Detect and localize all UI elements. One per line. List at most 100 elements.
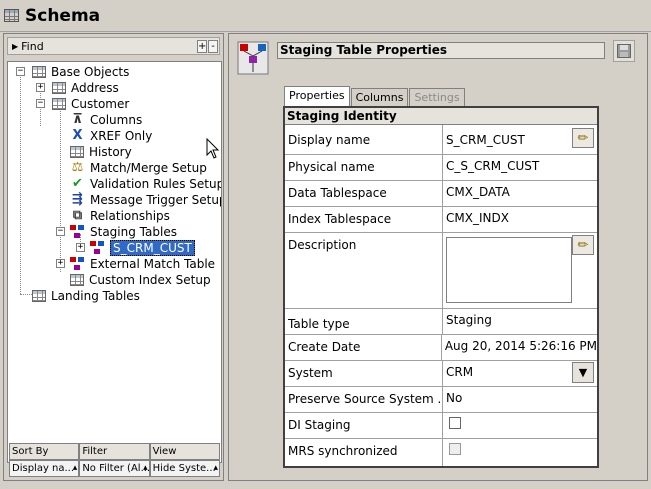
tree-node-history[interactable]: History (70, 144, 132, 160)
tab-settings: Settings (409, 88, 465, 107)
find-label: Find (21, 39, 44, 53)
field-label: System (285, 361, 443, 386)
staging-table-large-icon (237, 41, 269, 75)
view-dropdown[interactable]: Hide Syste... (149, 460, 220, 477)
checkmark-icon: ✔ (72, 176, 83, 191)
collapse-all-button[interactable]: - (208, 39, 218, 53)
tree-node-message-trigger[interactable]: ⇶ Message Trigger Setup (70, 192, 222, 208)
display-name-value[interactable]: S_CRM_CUST (446, 133, 525, 147)
collapse-staging-tables-toggle[interactable]: − (56, 227, 65, 236)
table-icon (32, 66, 46, 78)
tree-node-external-match[interactable]: External Match Table (70, 256, 215, 272)
sort-by-header: Sort By (9, 443, 80, 460)
tree-node-xref-only[interactable]: X XREF Only (70, 128, 152, 144)
tree-node-label: Staging Tables (90, 225, 177, 239)
window-title: Schema (25, 5, 101, 26)
section-header: Staging Identity (285, 108, 597, 125)
row-mrs-synchronized: MRS synchronized (285, 439, 597, 466)
field-label: Description (285, 233, 443, 308)
tab-columns[interactable]: Columns (350, 88, 409, 107)
di-staging-checkbox[interactable] (449, 417, 461, 429)
field-label: Data Tablespace (285, 181, 443, 206)
xref-icon: X (72, 128, 83, 143)
table-icon (52, 98, 66, 110)
row-preserve-source: Preserve Source System ... No (285, 387, 597, 413)
tree-node-customer[interactable]: Customer (52, 96, 129, 112)
tree-node-base-objects[interactable]: Base Objects (32, 64, 129, 80)
chevron-down-icon: ▼ (578, 366, 588, 379)
collapse-customer-toggle[interactable]: − (36, 99, 45, 108)
expand-s-crm-cust-toggle[interactable]: + (76, 243, 85, 252)
system-dropdown-button[interactable]: ▼ (572, 362, 594, 383)
tree-node-custom-index[interactable]: Custom Index Setup (70, 272, 211, 288)
landing-table-icon (32, 290, 46, 302)
staging-table-icon (90, 241, 105, 255)
physical-name-value: C_S_CRM_CUST (446, 159, 540, 173)
tree-node-label: Base Objects (51, 65, 130, 79)
tree-node-label: Custom Index Setup (89, 273, 211, 287)
row-create-date: Create Date Aug 20, 2014 5:26:16 PM (285, 335, 597, 361)
external-match-icon (70, 257, 85, 271)
field-label: Table type (285, 309, 443, 334)
description-textarea[interactable] (446, 237, 572, 303)
history-icon (70, 146, 84, 158)
tree-node-s-crm-cust[interactable]: S_CRM_CUST (90, 240, 195, 256)
tree-node-landing-tables[interactable]: Landing Tables (32, 288, 140, 304)
table-icon (52, 82, 66, 94)
row-description: Description ✏ (285, 233, 597, 309)
window-titlebar: Schema (0, 0, 651, 32)
relationships-icon: ⧉ (72, 208, 83, 223)
tree-node-label: History (89, 145, 132, 159)
tree-node-label: Landing Tables (51, 289, 140, 303)
message-trigger-icon: ⇶ (72, 192, 83, 207)
tab-properties[interactable]: Properties (284, 86, 350, 107)
data-tablespace-value: CMX_DATA (446, 185, 510, 199)
mouse-cursor-icon (206, 138, 220, 159)
staging-table-icon (70, 225, 85, 239)
table-type-value: Staging (446, 313, 492, 327)
edit-description-button[interactable]: ✏ (572, 235, 594, 255)
schema-grid-icon (4, 9, 19, 22)
expand-external-match-toggle[interactable]: + (56, 259, 65, 268)
tree-node-address[interactable]: Address (52, 80, 119, 96)
system-select[interactable]: CRM ▼ (443, 361, 597, 386)
schema-navigator-panel: ▶ Find + - − Base Objects + Address − Cu… (3, 33, 224, 481)
row-system: System CRM ▼ (285, 361, 597, 387)
properties-table: Staging Identity Display name S_CRM_CUST… (283, 106, 599, 468)
find-bar[interactable]: ▶ Find + - (7, 37, 220, 55)
tree-node-label: Match/Merge Setup (90, 161, 207, 175)
tree-node-label: Customer (71, 97, 130, 111)
tree-node-label-selected: S_CRM_CUST (110, 240, 195, 256)
index-tablespace-value: CMX_INDX (446, 211, 509, 225)
field-label: Physical name (285, 155, 443, 180)
expand-address-toggle[interactable]: + (36, 83, 45, 92)
field-label: MRS synchronized (285, 439, 443, 466)
field-label: Preserve Source System ... (285, 387, 443, 412)
tree-node-label: Relationships (90, 209, 170, 223)
edit-display-name-button[interactable]: ✏ (572, 128, 594, 148)
filter-dropdown[interactable]: No Filter (Al... (79, 460, 150, 477)
field-label: Display name (285, 125, 443, 154)
tree-node-staging-tables[interactable]: Staging Tables (70, 224, 177, 240)
tree-node-validation[interactable]: ✔ Validation Rules Setup (70, 176, 221, 192)
tree-node-relationships[interactable]: ⧉ Relationships (70, 208, 170, 224)
schema-tree[interactable]: − Base Objects + Address − Customer ⊼ Co… (7, 61, 222, 463)
collapse-base-objects-toggle[interactable]: − (16, 67, 25, 76)
match-merge-icon: ⚖ (71, 160, 84, 175)
properties-tabs: Properties Columns Settings (284, 86, 466, 107)
tree-node-match-merge[interactable]: ⚖ Match/Merge Setup (70, 160, 207, 176)
floppy-disk-icon (617, 44, 631, 58)
field-label: Create Date (285, 335, 442, 360)
save-button[interactable] (613, 40, 635, 62)
sort-by-dropdown[interactable]: Display na... (9, 460, 80, 477)
expand-all-button[interactable]: + (197, 39, 207, 53)
tree-node-columns[interactable]: ⊼ Columns (70, 112, 142, 128)
tree-options-bar: Sort By Filter View Display na... No Fil… (9, 443, 220, 477)
tree-node-label: Columns (90, 113, 143, 127)
pencil-icon: ✏ (577, 237, 589, 253)
tree-node-label: Message Trigger Setup (90, 193, 222, 207)
view-header: View (149, 443, 220, 460)
columns-icon: ⊼ (72, 112, 83, 127)
filter-header: Filter (79, 443, 150, 460)
expand-arrow-icon[interactable]: ▶ (12, 42, 18, 51)
